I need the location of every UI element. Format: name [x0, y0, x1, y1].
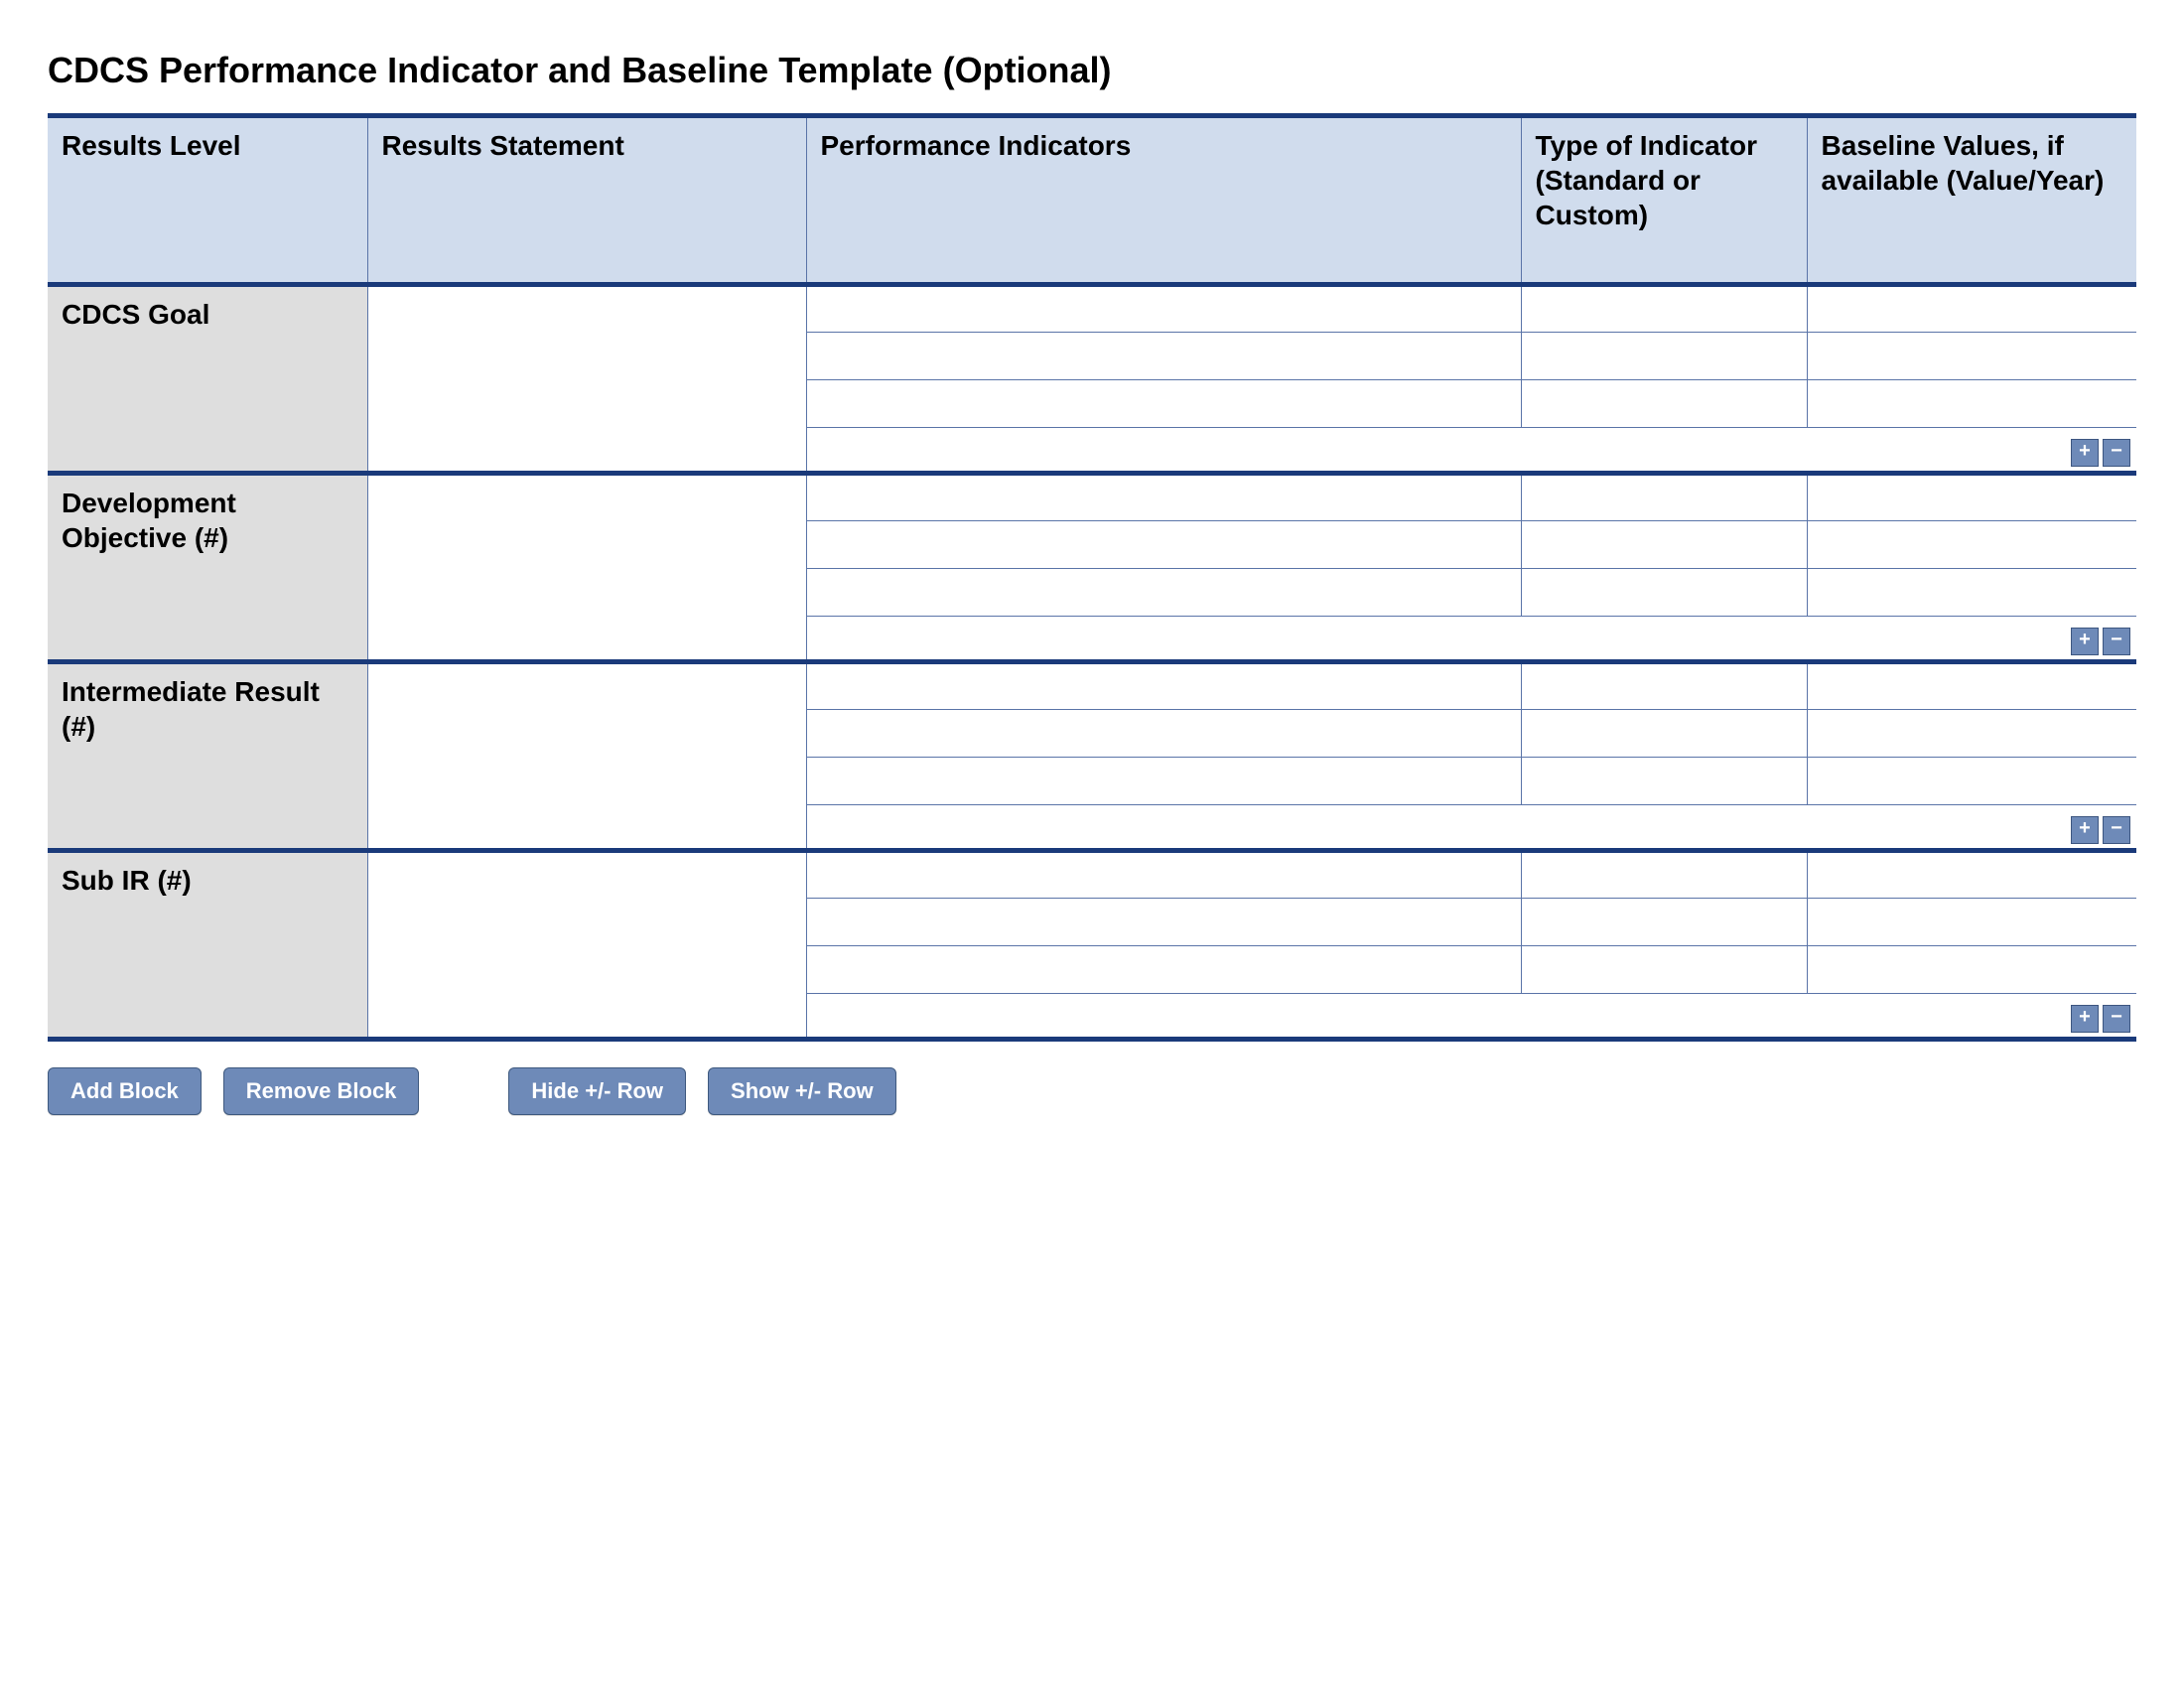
baseline-cell[interactable]: [1807, 899, 2136, 946]
col-results-statement: Results Statement: [367, 116, 806, 285]
type-cell[interactable]: [1521, 662, 1807, 710]
remove-row-button[interactable]: −: [2103, 816, 2130, 844]
section-label: Sub IR (#): [48, 851, 367, 994]
baseline-cell[interactable]: [1807, 333, 2136, 380]
baseline-cell[interactable]: [1807, 521, 2136, 569]
indicator-cell[interactable]: [806, 662, 1521, 710]
type-cell[interactable]: [1521, 333, 1807, 380]
baseline-cell[interactable]: [1807, 851, 2136, 899]
type-cell[interactable]: [1521, 710, 1807, 758]
type-cell[interactable]: [1521, 758, 1807, 805]
indicator-cell[interactable]: [806, 569, 1521, 617]
baseline-cell[interactable]: [1807, 758, 2136, 805]
baseline-cell[interactable]: [1807, 946, 2136, 994]
section-label: Development Objective (#): [48, 474, 367, 617]
results-statement-cell[interactable]: [367, 851, 806, 994]
hide-row-button[interactable]: Hide +/- Row: [508, 1067, 686, 1115]
show-row-button[interactable]: Show +/- Row: [708, 1067, 896, 1115]
add-row-button[interactable]: +: [2071, 439, 2099, 467]
add-block-button[interactable]: Add Block: [48, 1067, 202, 1115]
table-row: Sub IR (#): [48, 851, 2136, 899]
indicator-cell[interactable]: [806, 380, 1521, 428]
indicator-cell[interactable]: [806, 851, 1521, 899]
baseline-cell[interactable]: [1807, 569, 2136, 617]
col-results-level: Results Level: [48, 116, 367, 285]
baseline-cell[interactable]: [1807, 662, 2136, 710]
results-statement-cell[interactable]: [367, 474, 806, 617]
remove-row-button[interactable]: −: [2103, 1005, 2130, 1033]
indicator-cell[interactable]: [806, 474, 1521, 521]
baseline-cell[interactable]: [1807, 474, 2136, 521]
type-cell[interactable]: [1521, 521, 1807, 569]
toolbar: Add Block Remove Block Hide +/- Row Show…: [48, 1067, 2136, 1115]
indicator-cell[interactable]: [806, 899, 1521, 946]
type-cell[interactable]: [1521, 474, 1807, 521]
add-row-button[interactable]: +: [2071, 816, 2099, 844]
page-title: CDCS Performance Indicator and Baseline …: [48, 50, 2136, 91]
indicator-cell[interactable]: [806, 758, 1521, 805]
type-cell[interactable]: [1521, 569, 1807, 617]
type-cell[interactable]: [1521, 899, 1807, 946]
col-indicator-type: Type of Indicator (Standard or Custom): [1521, 116, 1807, 285]
results-statement-cell[interactable]: [367, 662, 806, 805]
section-label: Intermediate Result (#): [48, 662, 367, 805]
baseline-cell[interactable]: [1807, 380, 2136, 428]
section-label: CDCS Goal: [48, 285, 367, 428]
indicator-cell[interactable]: [806, 946, 1521, 994]
col-performance-indic: Performance Indicators: [806, 116, 1521, 285]
remove-block-button[interactable]: Remove Block: [223, 1067, 420, 1115]
type-cell[interactable]: [1521, 851, 1807, 899]
indicator-table: Results Level Results Statement Performa…: [48, 113, 2136, 1042]
table-header-row: Results Level Results Statement Performa…: [48, 116, 2136, 285]
section-control-row: + −: [48, 994, 2136, 1040]
indicator-cell[interactable]: [806, 333, 1521, 380]
indicator-cell[interactable]: [806, 521, 1521, 569]
remove-row-button[interactable]: −: [2103, 628, 2130, 655]
table-row: Intermediate Result (#): [48, 662, 2136, 710]
type-cell[interactable]: [1521, 380, 1807, 428]
remove-row-button[interactable]: −: [2103, 439, 2130, 467]
results-statement-cell[interactable]: [367, 285, 806, 428]
add-row-button[interactable]: +: [2071, 628, 2099, 655]
indicator-cell[interactable]: [806, 710, 1521, 758]
section-control-row: + −: [48, 617, 2136, 662]
indicator-cell[interactable]: [806, 285, 1521, 333]
table-row: CDCS Goal: [48, 285, 2136, 333]
col-baseline: Baseline Values, if available (Value/Yea…: [1807, 116, 2136, 285]
add-row-button[interactable]: +: [2071, 1005, 2099, 1033]
baseline-cell[interactable]: [1807, 285, 2136, 333]
section-control-row: + −: [48, 428, 2136, 474]
table-row: Development Objective (#): [48, 474, 2136, 521]
baseline-cell[interactable]: [1807, 710, 2136, 758]
type-cell[interactable]: [1521, 285, 1807, 333]
section-control-row: + −: [48, 805, 2136, 851]
type-cell[interactable]: [1521, 946, 1807, 994]
